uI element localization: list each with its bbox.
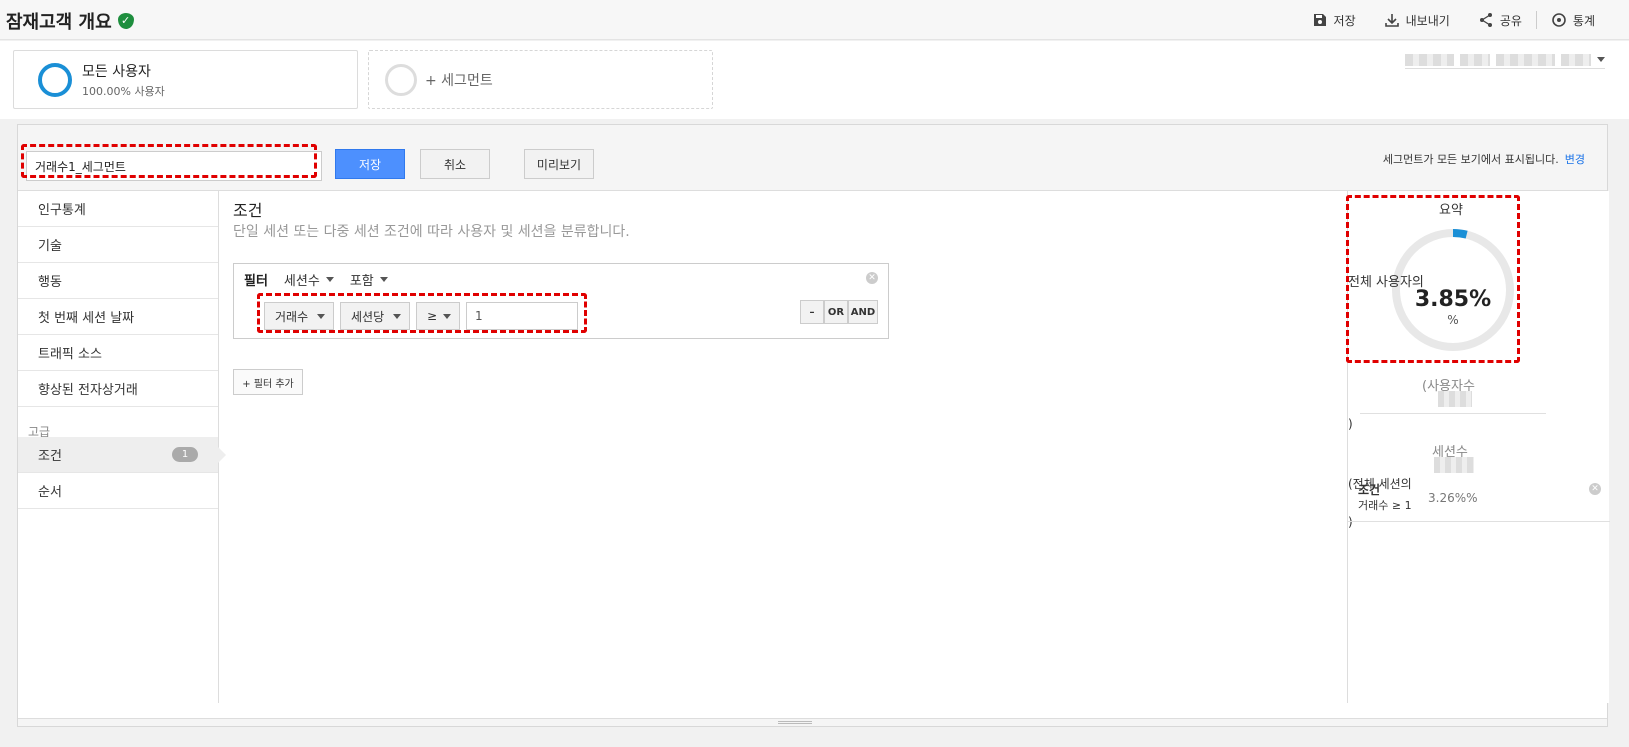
- preview-button[interactable]: 미리보기: [524, 149, 594, 179]
- visibility-change-link[interactable]: 변경: [1565, 153, 1585, 166]
- per-value: 세션당: [351, 309, 385, 324]
- conditions-description: 단일 세션 또는 다중 세션 조건에 따라 사용자 및 세션을 분류합니다.: [233, 224, 630, 240]
- filter-box: 필터 세션수 포함 ✕ 거래수 세션당 ≥ – OR AND: [233, 263, 889, 339]
- chevron-down-icon: [317, 313, 325, 319]
- grip-icon: [778, 721, 812, 724]
- include-dropdown[interactable]: 포함: [350, 270, 388, 289]
- metric-select[interactable]: 거래수: [264, 302, 334, 330]
- summary-title: 요약: [1439, 203, 1463, 218]
- add-segment-label: + 세그먼트: [425, 72, 493, 89]
- save-icon: [1313, 14, 1326, 26]
- active-arrow: [218, 447, 226, 463]
- share-label: 공유: [1499, 13, 1522, 28]
- conditions-title: 조건: [233, 201, 263, 220]
- filter-value-input[interactable]: [466, 302, 578, 330]
- operator-select[interactable]: ≥: [416, 302, 460, 330]
- blurred-date: [1405, 53, 1455, 66]
- segment-bar: 모든 사용자 100.00% 사용자 + 세그먼트: [0, 41, 1629, 119]
- add-filter-button[interactable]: + 필터 추가: [233, 369, 303, 395]
- users-unit: %: [1447, 313, 1459, 327]
- nav-item-enhanced-ecommerce[interactable]: 향상된 전자상거래: [18, 371, 218, 407]
- scope-dropdown[interactable]: 세션수: [284, 270, 334, 289]
- nav-item-behavior[interactable]: 행동: [18, 263, 218, 299]
- blurred-date: [1496, 53, 1556, 66]
- or-button[interactable]: OR: [824, 300, 848, 324]
- scope-value: 세션수: [283, 274, 320, 289]
- blurred-date: [1561, 53, 1591, 66]
- filter-label: 필터: [244, 274, 268, 289]
- save-report-label: 저장: [1333, 13, 1356, 28]
- page-title-text: 잠재고객 개요: [6, 12, 112, 33]
- paren-close: ): [1348, 417, 1353, 431]
- count-badge: 1: [172, 447, 198, 462]
- nav-item-conditions[interactable]: 조건 1: [18, 437, 226, 473]
- visibility-note: 세그먼트가 모든 보기에서 표시됩니다. 변경: [1383, 151, 1585, 167]
- blurred-date: [1460, 53, 1491, 66]
- header-actions: 저장 내보내기 공유 통계: [1298, 11, 1609, 29]
- condition-text: 거래수 ≥ 1: [1358, 499, 1412, 512]
- sessions-percent: 3.26%%: [1428, 491, 1478, 505]
- condition-title: 조건: [1358, 483, 1381, 497]
- share-icon: [1479, 13, 1492, 27]
- share-button[interactable]: 공유: [1464, 12, 1536, 29]
- chevron-down-icon: [379, 277, 388, 282]
- remove-condition-button[interactable]: –: [800, 300, 824, 324]
- chevron-down-icon: [325, 277, 334, 282]
- segment-ring-icon: [38, 62, 72, 97]
- export-label: 내보내기: [1405, 13, 1450, 28]
- empty-ring-icon: [385, 63, 417, 96]
- per-select[interactable]: 세션당: [340, 302, 410, 330]
- chevron-down-icon: [443, 313, 451, 319]
- close-icon[interactable]: ✕: [866, 272, 878, 284]
- insights-icon: [1552, 13, 1566, 27]
- chevron-down-icon: [1596, 57, 1605, 62]
- segment-editor: 저장 취소 미리보기 세그먼트가 모든 보기에서 표시됩니다. 변경 인구통계 기…: [17, 124, 1610, 727]
- nav-item-label: 조건: [38, 449, 62, 464]
- segment-percent: 100.00% 사용자: [82, 84, 165, 98]
- users-percent: 3.85%: [1414, 287, 1492, 312]
- blurred-sessions-count: [1434, 457, 1474, 473]
- divider: [1348, 521, 1610, 522]
- export-button[interactable]: 내보내기: [1370, 12, 1464, 29]
- logic-buttons: – OR AND: [800, 300, 878, 324]
- nav-item-traffic-sources[interactable]: 트래픽 소스: [18, 335, 218, 371]
- segment-card-all-users[interactable]: 모든 사용자 100.00% 사용자: [13, 50, 358, 109]
- chevron-down-icon: [393, 313, 401, 319]
- metric-value: 거래수: [275, 309, 309, 324]
- divider: [1360, 413, 1546, 414]
- visibility-text: 세그먼트가 모든 보기에서 표시됩니다.: [1382, 153, 1559, 166]
- close-icon[interactable]: ✕: [1589, 483, 1601, 495]
- save-report-button[interactable]: 저장: [1298, 12, 1370, 29]
- category-nav: 인구통계 기술 행동 첫 번째 세션 날짜 트래픽 소스 향상된 전자상거래 고…: [18, 191, 226, 703]
- resize-handle[interactable]: [18, 718, 1607, 726]
- insights-button[interactable]: 통계: [1537, 12, 1609, 29]
- blurred-users-count: [1438, 391, 1472, 407]
- save-button[interactable]: 저장: [335, 149, 405, 179]
- include-value: 포함: [349, 274, 374, 289]
- download-icon: [1384, 14, 1399, 27]
- nav-item-sequences[interactable]: 순서: [18, 473, 218, 509]
- top-bar: 잠재고객 개요 ✓ 저장 내보내기 공유 통계: [0, 0, 1629, 40]
- date-range-selector[interactable]: [1405, 53, 1605, 69]
- segment-name-input[interactable]: [26, 151, 322, 181]
- operator-value: ≥: [427, 309, 438, 323]
- segment-name: 모든 사용자: [82, 63, 151, 80]
- and-button[interactable]: AND: [848, 300, 878, 324]
- nav-item-first-session-date[interactable]: 첫 번째 세션 날짜: [18, 299, 218, 335]
- nav-heading-advanced: 고급: [28, 425, 51, 439]
- insights-label: 통계: [1572, 13, 1595, 28]
- cancel-button[interactable]: 취소: [420, 149, 490, 179]
- editor-toolbar: 저장 취소 미리보기 세그먼트가 모든 보기에서 표시됩니다. 변경: [18, 125, 1607, 191]
- paren-close: ): [1348, 515, 1353, 529]
- summary-panel: 요약 전체 사용자의 3.85% % (사용자수 ) 세션수 (전체 세션의 조…: [1346, 191, 1610, 703]
- nav-item-technology[interactable]: 기술: [18, 227, 218, 263]
- verified-icon: ✓: [117, 13, 134, 29]
- nav-item-demographics[interactable]: 인구통계: [18, 191, 218, 227]
- page-title: 잠재고객 개요 ✓: [6, 8, 134, 34]
- add-segment-card[interactable]: + 세그먼트: [368, 50, 713, 109]
